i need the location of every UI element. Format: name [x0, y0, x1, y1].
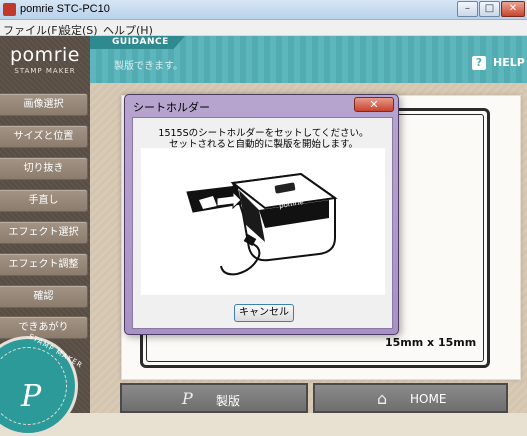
sheet-holder-dialog: シートホルダー ✕ 1515Sのシートホルダーをセットしてください。 セットされ… [124, 94, 399, 335]
guidance-message: 製版できます。 [114, 61, 183, 72]
seal-letter: P [21, 379, 42, 414]
logo: pomrie STAMP MAKER [0, 36, 90, 81]
sidebar: pomrie STAMP MAKER 画像選択 サイズと位置 切り抜き 手直し … [0, 36, 90, 436]
dialog-body: 1515Sのシートホルダーをセットしてください。 セットされると自動的に製版を開… [132, 117, 393, 329]
guidance-bar: GUIDANCE 製版できます。 ? HELP [90, 36, 527, 83]
title-bar: pomrie STC-PC10 – □ ✕ [0, 0, 527, 20]
dialog-title: シートホルダー [133, 101, 210, 114]
minimize-button[interactable]: – [457, 1, 478, 17]
nav-done[interactable]: できあがり [0, 316, 88, 339]
cancel-button[interactable]: キャンセル [234, 304, 294, 322]
home-button[interactable]: ⌂ HOME [313, 383, 508, 413]
make-stamp-button[interactable]: P 製版 [120, 383, 308, 413]
nav-image-select[interactable]: 画像選択 [0, 93, 88, 116]
nav-confirm[interactable]: 確認 [0, 285, 88, 308]
logo-text: pomrie [10, 44, 80, 66]
dialog-close-button[interactable]: ✕ [354, 97, 394, 112]
close-window-button[interactable]: ✕ [501, 1, 525, 17]
pomrie-p-icon: P [182, 389, 193, 408]
stamp-maker-seal: STAMP MAKER P [0, 332, 84, 436]
help-button[interactable]: ? HELP [472, 56, 525, 72]
nav-effect-adjust[interactable]: エフェクト調整 [0, 253, 88, 276]
app-icon [3, 3, 16, 16]
nav-size-position[interactable]: サイズと位置 [0, 125, 88, 148]
guidance-label: GUIDANCE [112, 37, 169, 47]
logo-subtitle: STAMP MAKER [14, 67, 76, 75]
device-illustration: pomrie [141, 148, 385, 295]
stamp-size-label: 15mm x 15mm [385, 336, 477, 349]
nav-effect-select[interactable]: エフェクト選択 [0, 221, 88, 244]
nav-retouch[interactable]: 手直し [0, 189, 88, 212]
menu-bar: ファイル(F) 設定(S) ヘルプ(H) [0, 20, 527, 37]
help-icon: ? [472, 56, 486, 70]
home-label: HOME [410, 392, 447, 406]
maximize-button[interactable]: □ [479, 1, 500, 17]
stamp-machine-icon [186, 172, 338, 276]
window-title: pomrie STC-PC10 [20, 3, 110, 15]
home-icon: ⌂ [377, 389, 388, 408]
help-label: HELP [493, 56, 525, 69]
make-stamp-label: 製版 [216, 394, 241, 408]
nav-crop[interactable]: 切り抜き [0, 157, 88, 180]
